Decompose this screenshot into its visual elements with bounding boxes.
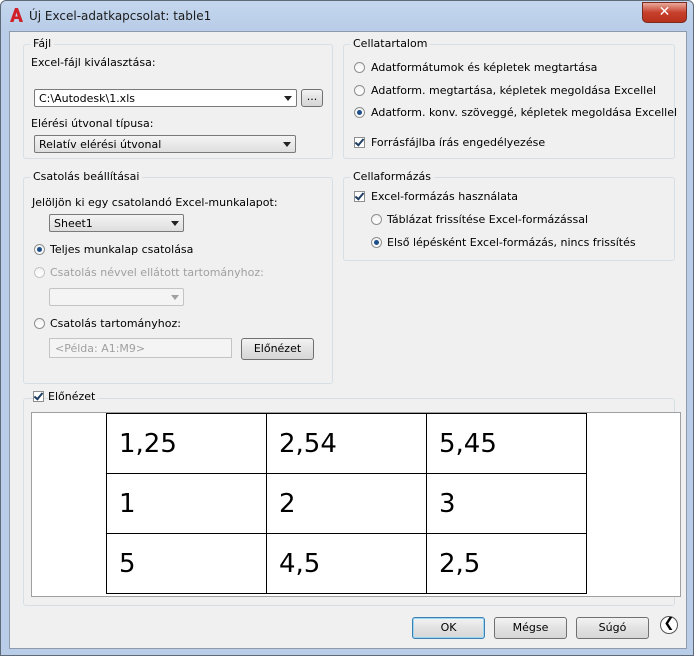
file-group-title: Fájl bbox=[30, 37, 55, 50]
link-settings-group-title: Csatolás beállításai bbox=[30, 170, 143, 183]
convert-text-solve-label: Adatform. konv. szöveggé, képletek megol… bbox=[371, 106, 678, 119]
path-type-label: Elérési útvonal típusa: bbox=[31, 117, 154, 130]
convert-text-solve-radio[interactable] bbox=[354, 107, 365, 118]
file-group: Fájl Excel-fájl kiválasztása: C:\Autodes… bbox=[23, 37, 333, 159]
allow-write-checkbox[interactable] bbox=[354, 137, 365, 148]
update-table-radio[interactable] bbox=[371, 214, 382, 225]
chevron-down-icon bbox=[283, 142, 291, 147]
cell-formatting-group: Cellaformázás Excel-formázás használata … bbox=[343, 170, 675, 261]
table-cell: 2 bbox=[266, 473, 427, 534]
window-title: Új Excel-adatkapcsolat: table1 bbox=[29, 9, 212, 23]
table-cell: 4,5 bbox=[266, 533, 427, 594]
select-sheet-label: Jelöljön ki egy csatolandó Excel-munkala… bbox=[32, 196, 278, 209]
excel-file-label: Excel-fájl kiválasztása: bbox=[31, 56, 156, 69]
link-full-sheet-label: Teljes munkalap csatolása bbox=[50, 243, 194, 256]
path-type-value: Relatív elérési útvonal bbox=[39, 138, 162, 151]
use-excel-formatting-checkbox[interactable] bbox=[354, 191, 365, 202]
chevron-down-icon bbox=[171, 295, 179, 300]
sheet-dropdown[interactable]: Sheet1 bbox=[49, 214, 184, 232]
link-range-label: Csatolás tartományhoz: bbox=[50, 317, 181, 330]
preview-checkbox[interactable] bbox=[33, 391, 44, 402]
title-bar: Új Excel-adatkapcsolat: table1 ✕ bbox=[1, 1, 693, 31]
first-excel-format-radio[interactable] bbox=[371, 237, 382, 248]
link-range-radio[interactable] bbox=[34, 318, 45, 329]
table-cell: 3 bbox=[426, 473, 587, 534]
help-button[interactable]: Súgó bbox=[576, 617, 649, 639]
dialog-client-area: Fájl Excel-fájl kiválasztása: C:\Autodes… bbox=[9, 31, 687, 649]
named-range-dropdown[interactable] bbox=[49, 288, 184, 306]
cell-content-group-title: Cellatartalom bbox=[350, 37, 431, 50]
table-cell: 2,54 bbox=[266, 413, 427, 474]
autocad-app-icon bbox=[10, 8, 23, 22]
cell-formatting-group-title: Cellaformázás bbox=[350, 170, 434, 183]
dialog-window: Új Excel-adatkapcsolat: table1 ✕ Fájl Ex… bbox=[0, 0, 694, 656]
chevron-down-icon bbox=[171, 221, 179, 226]
link-named-range-radio[interactable] bbox=[34, 267, 45, 278]
range-placeholder: <Példa: A1:M9> bbox=[55, 342, 146, 355]
table-cell: 1 bbox=[106, 473, 267, 534]
link-named-range-label: Csatolás névvel ellátott tartományhoz: bbox=[50, 266, 264, 279]
first-excel-format-label: Első lépésként Excel-formázás, nincs fri… bbox=[387, 236, 636, 249]
table-row: 5 4,5 2,5 bbox=[106, 533, 587, 594]
link-settings-group: Csatolás beállításai Jelöljön ki egy csa… bbox=[23, 170, 333, 384]
back-arrow-icon[interactable]: ❮ bbox=[660, 616, 678, 634]
table-row: 1 2 3 bbox=[106, 473, 587, 534]
keep-formats-solve-radio[interactable] bbox=[354, 85, 365, 96]
excel-file-value: C:\Autodesk\1.xls bbox=[39, 92, 135, 105]
cell-content-group: Cellatartalom Adatformátumok és képletek… bbox=[343, 37, 678, 159]
keep-formats-formulas-label: Adatformátumok és képletek megtartása bbox=[371, 61, 598, 74]
update-table-label: Táblázat frissítése Excel-formázással bbox=[387, 213, 589, 226]
path-type-dropdown[interactable]: Relatív elérési útvonal bbox=[34, 135, 296, 153]
sheet-value: Sheet1 bbox=[54, 217, 93, 230]
chevron-down-icon bbox=[284, 96, 292, 101]
preview-range-button[interactable]: Előnézet bbox=[241, 338, 314, 360]
keep-formats-solve-label: Adatform. megtartása, képletek megoldása… bbox=[371, 84, 657, 97]
keep-formats-formulas-radio[interactable] bbox=[354, 62, 365, 73]
preview-table: 1,25 2,54 5,45 1 2 3 5 4,5 2,5 bbox=[106, 413, 587, 594]
table-row: 1,25 2,54 5,45 bbox=[106, 413, 587, 474]
table-cell: 5,45 bbox=[426, 413, 587, 474]
excel-file-dropdown[interactable]: C:\Autodesk\1.xls bbox=[34, 89, 297, 107]
preview-label: Előnézet bbox=[48, 390, 99, 403]
table-cell: 2,5 bbox=[426, 533, 587, 594]
cancel-button[interactable]: Mégse bbox=[494, 617, 567, 639]
table-cell: 1,25 bbox=[106, 413, 267, 474]
table-cell: 5 bbox=[106, 533, 267, 594]
preview-pane: 1,25 2,54 5,45 1 2 3 5 4,5 2,5 bbox=[31, 412, 681, 597]
browse-button[interactable]: ... bbox=[301, 89, 323, 107]
link-full-sheet-radio[interactable] bbox=[34, 244, 45, 255]
use-excel-formatting-label: Excel-formázás használata bbox=[371, 190, 519, 203]
ok-button[interactable]: OK bbox=[412, 617, 485, 639]
allow-write-label: Forrásfájlba írás engedélyezése bbox=[371, 136, 546, 149]
range-input[interactable]: <Példa: A1:M9> bbox=[49, 338, 232, 358]
close-button[interactable]: ✕ bbox=[642, 2, 687, 23]
